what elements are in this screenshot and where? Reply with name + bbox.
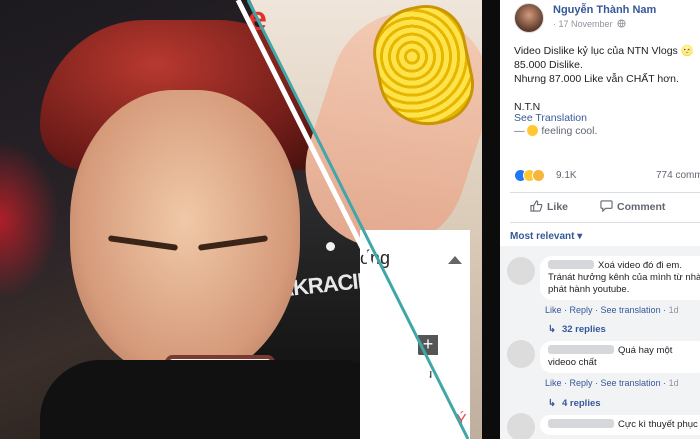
earring — [326, 242, 335, 251]
phone-ui-title: ống — [360, 248, 391, 268]
reply-arrow-icon: ↳ — [548, 398, 556, 409]
red-text-fragment: e — [248, 0, 267, 38]
phone-ui-text: u — [425, 366, 433, 381]
comment-like-link[interactable]: Like — [545, 305, 562, 315]
comment-reply-link[interactable]: Reply — [570, 378, 593, 388]
facebook-post-panel: Nguyễn Thành Nam · 17 November Video Dis… — [500, 0, 700, 439]
post-text: Video Dislike kỷ lục của NTN Vlogs 🌝 85.… — [514, 44, 700, 114]
comment-actions: Like · Reply · See translation · 1d — [545, 378, 679, 388]
sad-reaction-icon — [532, 169, 545, 182]
comment-actions: Like · Reply · See translation · 1d — [545, 305, 679, 315]
commenter-avatar[interactable] — [507, 257, 535, 285]
reaction-summary[interactable]: 9.1K 774 comments — [514, 169, 700, 183]
globe-icon — [617, 19, 626, 28]
comment-bubble: Xoá video đó đi em. Tránát hưởng kênh củ… — [540, 256, 700, 300]
comment-translation-link[interactable]: See translation — [601, 305, 661, 315]
see-translation-link[interactable]: See Translation — [514, 112, 587, 124]
like-label: Like — [547, 201, 569, 213]
comment-bubble: Cực kì thuyết phục — [540, 415, 700, 435]
view-replies-link[interactable]: ↳ 32 replies — [548, 324, 606, 335]
feeling-status: — feeling cool. — [514, 125, 597, 137]
blurred-commenter-name[interactable] — [548, 345, 614, 354]
collapse-triangle-icon — [448, 256, 462, 264]
phone-ui-red-text: Ý — [456, 412, 467, 429]
panel-edge-shadow — [482, 0, 500, 439]
view-replies-link[interactable]: ↳ 4 replies — [548, 398, 601, 409]
blurred-commenter-name[interactable] — [548, 260, 594, 269]
post-date[interactable]: 17 November — [559, 19, 613, 29]
comment-time: 1d — [668, 378, 679, 388]
divider — [510, 222, 700, 223]
comment-reply-link[interactable]: Reply — [570, 305, 593, 315]
post-line: 85.000 Dislike. — [514, 59, 583, 71]
comment-translation-link[interactable]: See translation — [601, 378, 661, 388]
person-head — [40, 20, 335, 400]
right-eye — [197, 235, 269, 251]
comment-label: Comment — [617, 201, 666, 213]
comment-button[interactable]: Comment — [600, 200, 665, 213]
feeling-text: feeling cool. — [541, 125, 598, 137]
grimacing-face — [70, 90, 300, 393]
feeling-dash: — — [514, 125, 525, 137]
like-button[interactable]: Like — [530, 200, 568, 213]
reactions-count[interactable]: 9.1K — [556, 170, 577, 181]
screenshot-collage: AKRACIN e ống + u Ý Nguyễn Thành Nam · 1… — [0, 0, 700, 439]
comment-time: 1d — [668, 305, 679, 315]
comment-icon — [600, 200, 613, 212]
commenter-avatar[interactable] — [507, 413, 535, 439]
reply-arrow-icon: ↳ — [548, 324, 556, 335]
post-meta: · 17 November — [553, 19, 626, 29]
left-eye — [107, 235, 179, 251]
comment-bubble: Quá hay một videoo chất — [540, 341, 700, 373]
post-line: Nhưng 87.000 Like vẫn CHẤT hơn. — [514, 73, 679, 85]
cool-face-icon — [527, 125, 539, 136]
commenter-avatar[interactable] — [507, 340, 535, 368]
black-shirt — [40, 360, 400, 439]
divider — [510, 192, 700, 193]
replies-count: 32 replies — [561, 324, 606, 335]
comment-like-link[interactable]: Like — [545, 378, 562, 388]
post-line: Video Dislike kỷ lục của NTN Vlogs 🌝 — [514, 45, 694, 57]
comment-sort-dropdown[interactable]: Most relevant ▾ — [510, 231, 582, 242]
post-line-blank — [514, 86, 700, 100]
comments-count[interactable]: 774 comments — [656, 170, 700, 181]
post-author-name[interactable]: Nguyễn Thành Nam — [553, 4, 656, 16]
replies-count: 4 replies — [561, 398, 601, 409]
thumbs-up-icon — [530, 200, 543, 212]
comment-text: Cực kì thuyết phục — [618, 419, 698, 430]
add-icon: + — [418, 335, 438, 355]
author-avatar[interactable] — [514, 3, 544, 33]
blurred-commenter-name[interactable] — [548, 419, 614, 428]
